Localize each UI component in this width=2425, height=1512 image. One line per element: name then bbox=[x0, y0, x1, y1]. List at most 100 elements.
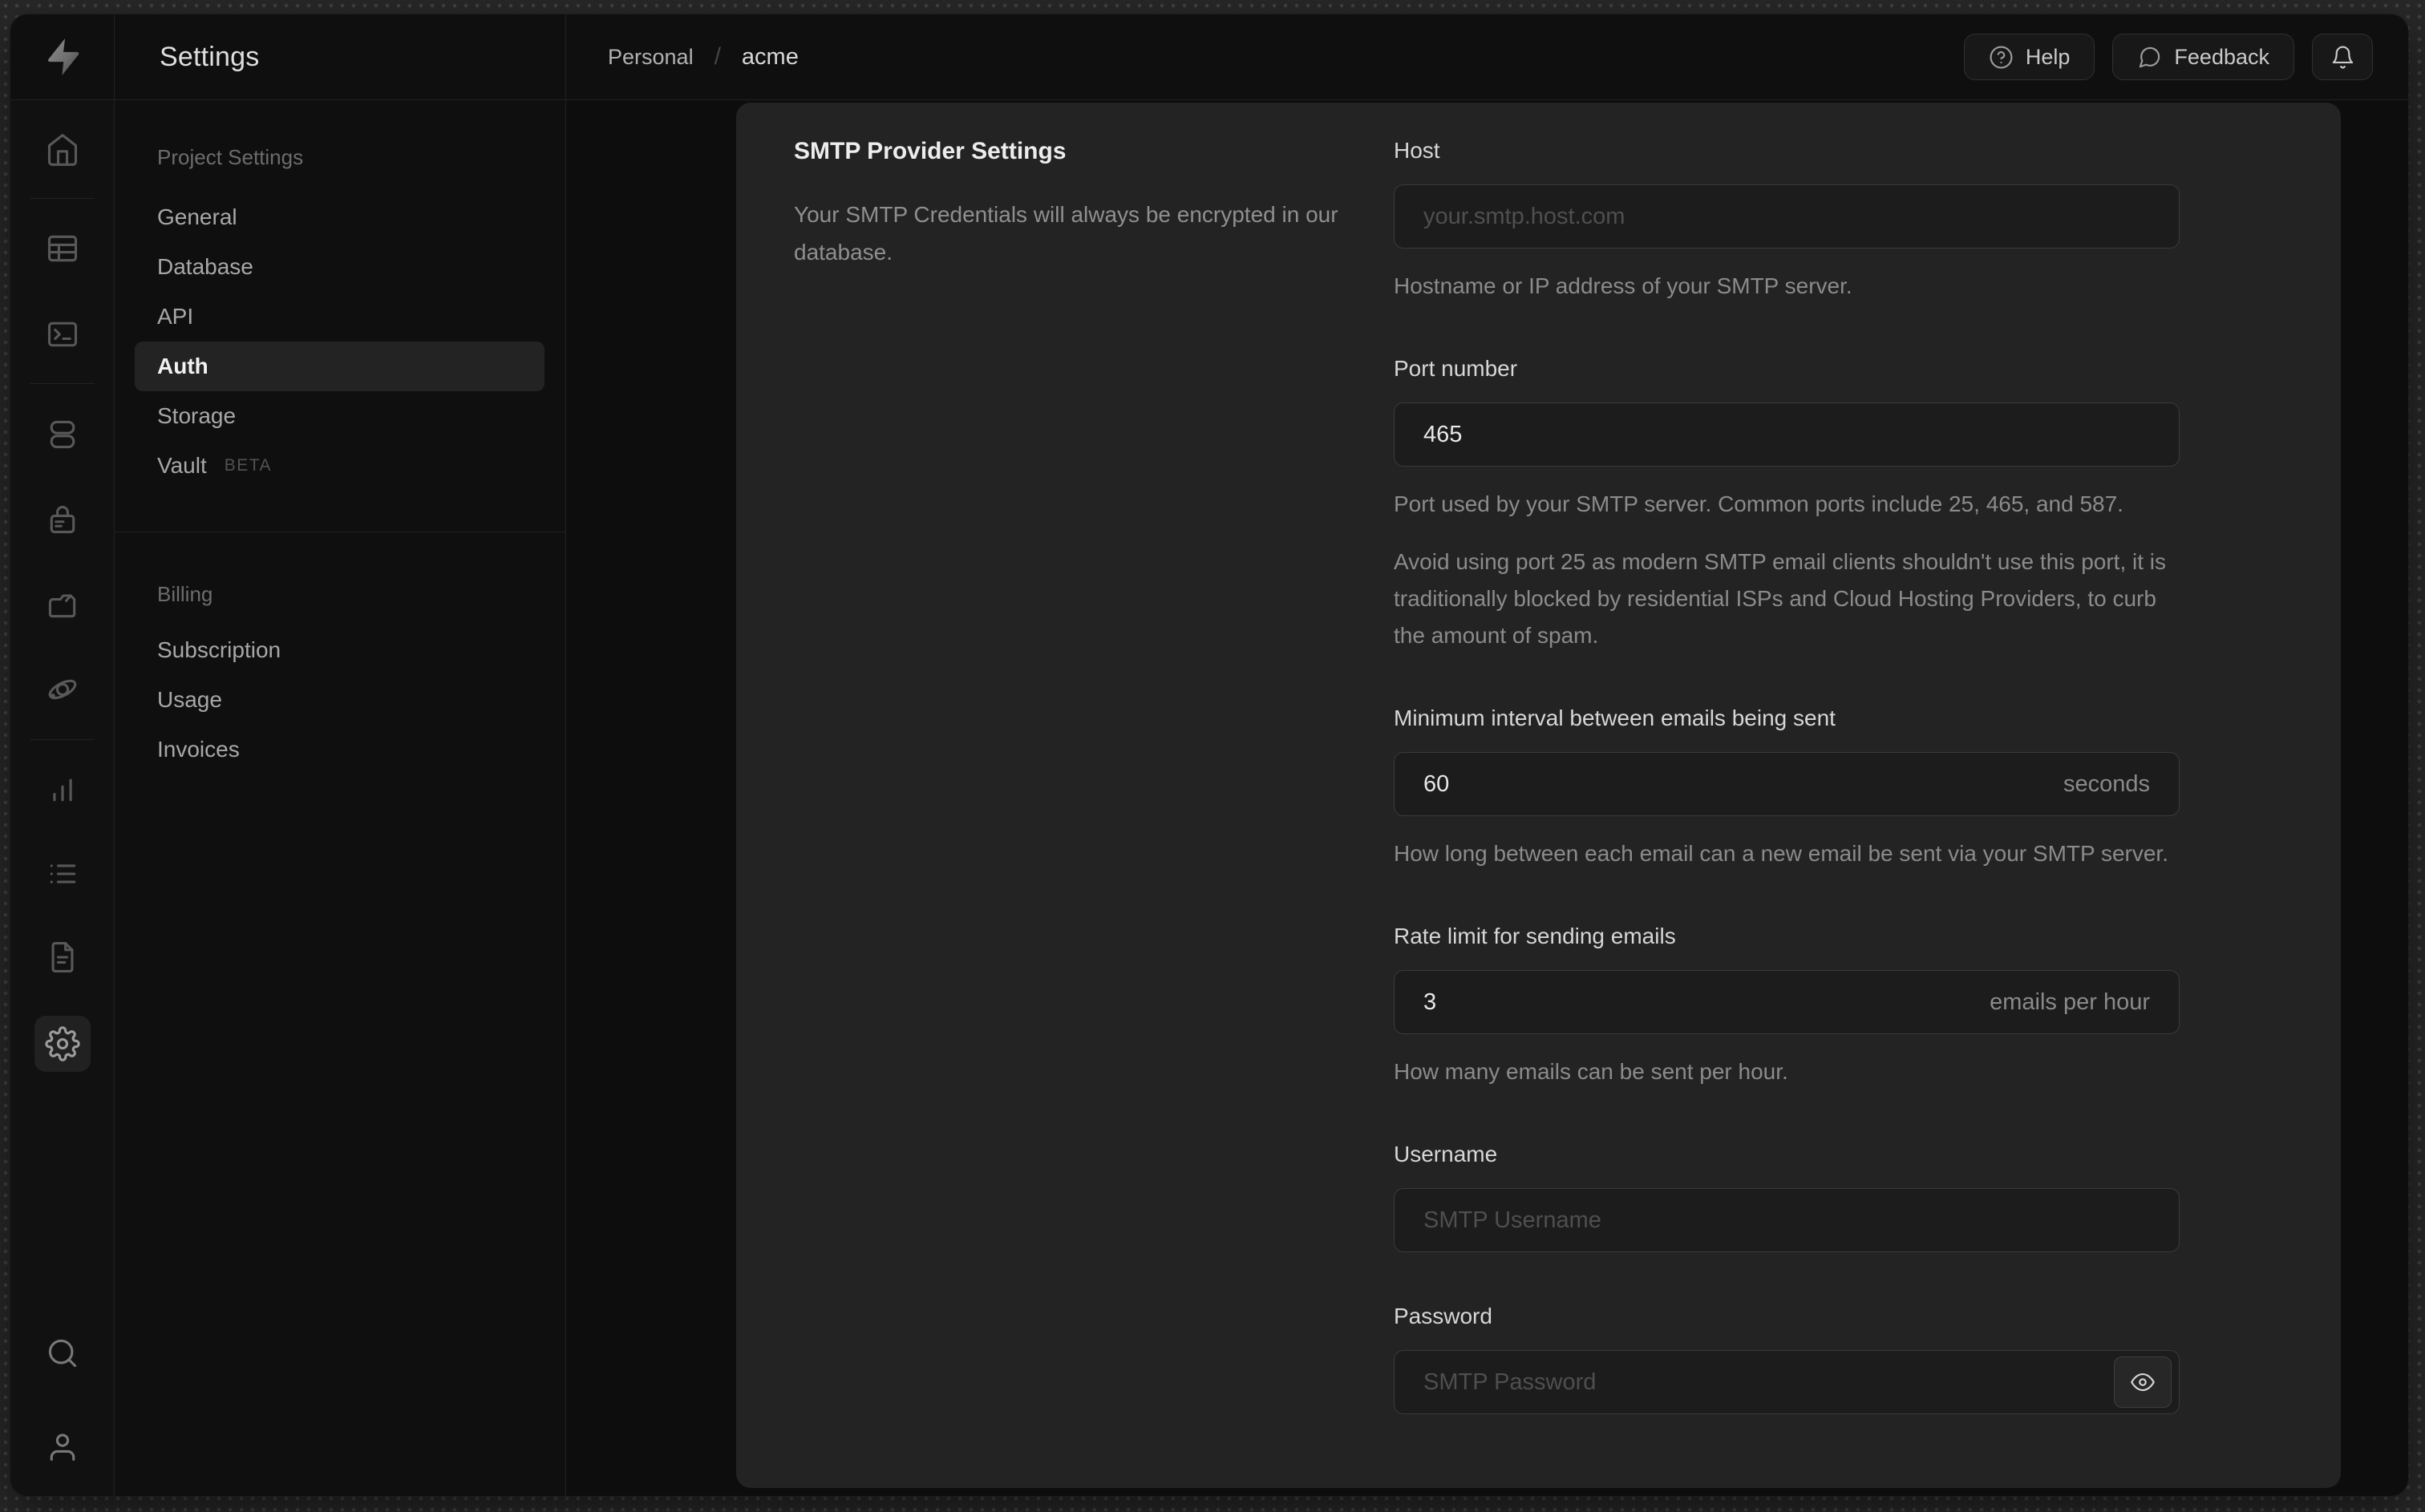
sidebar-item-usage[interactable]: Usage bbox=[135, 675, 545, 725]
rail-database-button[interactable] bbox=[34, 406, 91, 463]
sidebar-item-label: Subscription bbox=[157, 637, 281, 662]
host-field: Host Hostname or IP address of your SMTP… bbox=[1394, 138, 2180, 305]
password-input-wrap bbox=[1394, 1350, 2180, 1414]
port-label: Port number bbox=[1394, 356, 1518, 381]
header-actions: Help Feedback bbox=[1963, 34, 2373, 80]
logs-list-icon bbox=[50, 864, 75, 883]
help-circle-icon bbox=[1990, 45, 2013, 69]
rate-limit-help-text: How many emails can be sent per hour. bbox=[1394, 1059, 1788, 1084]
settings-gear-icon bbox=[44, 1026, 80, 1061]
port-warning-text: Avoid using port 25 as modern SMTP email… bbox=[1394, 549, 2167, 648]
rail-reports-button[interactable] bbox=[34, 762, 91, 818]
notifications-button[interactable] bbox=[2312, 34, 2373, 80]
rail-api-docs-button[interactable] bbox=[34, 929, 91, 985]
smtp-settings-panel: SMTP Provider Settings Your SMTP Credent… bbox=[736, 103, 2341, 1488]
rate-limit-input-wrap: emails per hour bbox=[1394, 970, 2180, 1034]
feedback-bubble-icon bbox=[2140, 46, 2160, 67]
sidebar-item-invoices[interactable]: Invoices bbox=[135, 725, 545, 774]
sidebar-item-general[interactable]: General bbox=[135, 192, 545, 242]
port-input-wrap bbox=[1394, 402, 2180, 467]
rail-search-button[interactable] bbox=[34, 1325, 91, 1381]
smtp-section-title: SMTP Provider Settings bbox=[794, 138, 1067, 164]
sidebar-item-subscription[interactable]: Subscription bbox=[135, 625, 545, 675]
home-icon bbox=[47, 134, 77, 166]
authentication-lock-icon bbox=[50, 505, 75, 534]
feedback-button[interactable]: Feedback bbox=[2112, 34, 2294, 80]
sidebar-item-vault[interactable]: Vault BETA bbox=[135, 441, 545, 491]
interval-unit: seconds bbox=[2063, 770, 2150, 797]
interval-label: Minimum interval between emails being se… bbox=[1394, 705, 1836, 730]
sidebar-item-label: Storage bbox=[157, 403, 237, 428]
password-label: Password bbox=[1394, 1304, 1492, 1328]
rail-table-editor-button[interactable] bbox=[34, 220, 91, 277]
eye-icon bbox=[2131, 1373, 2155, 1392]
header-main: Personal / acme Help Feedback bbox=[566, 14, 2408, 99]
sidebar-item-label: API bbox=[157, 304, 194, 329]
breadcrumb-org[interactable]: Personal bbox=[608, 45, 694, 70]
reports-bar-chart-icon bbox=[52, 778, 72, 802]
rail-authentication-button[interactable] bbox=[34, 491, 91, 548]
project-settings-nav-list: General Database API Auth Storage Vault … bbox=[115, 192, 565, 491]
rail-storage-button[interactable] bbox=[34, 576, 91, 633]
sidebar-item-auth[interactable]: Auth bbox=[135, 342, 545, 391]
brand-logo[interactable] bbox=[10, 14, 115, 99]
port-help-text: Port used by your SMTP server. Common po… bbox=[1394, 491, 2123, 516]
rail-logs-button[interactable] bbox=[34, 846, 91, 902]
password-field: Password bbox=[1394, 1304, 2180, 1414]
app-body: Project Settings General Database API Au… bbox=[10, 100, 2408, 1496]
sidebar-item-label: Vault bbox=[157, 453, 207, 478]
feedback-button-label: Feedback bbox=[2174, 44, 2269, 69]
username-field: Username bbox=[1394, 1142, 2180, 1252]
sidebar-item-label: Auth bbox=[157, 354, 208, 378]
interval-input-wrap: seconds bbox=[1394, 752, 2180, 816]
rail-divider bbox=[30, 198, 95, 199]
password-visibility-toggle[interactable] bbox=[2114, 1356, 2172, 1408]
sidebar-item-database[interactable]: Database bbox=[135, 242, 545, 292]
host-help-text: Hostname or IP address of your SMTP serv… bbox=[1394, 273, 1852, 298]
username-input[interactable] bbox=[1395, 1189, 2179, 1251]
settings-sidebar: Project Settings General Database API Au… bbox=[115, 100, 566, 1496]
sidebar-item-label: General bbox=[157, 204, 237, 229]
settings-title-area: Settings bbox=[115, 14, 566, 99]
supabase-bolt-icon bbox=[47, 38, 79, 75]
port-input[interactable] bbox=[1395, 403, 2179, 466]
rate-limit-input[interactable] bbox=[1395, 971, 1990, 1033]
help-button[interactable]: Help bbox=[1963, 34, 2095, 80]
rail-edge-functions-button[interactable] bbox=[34, 661, 91, 718]
help-button-label: Help bbox=[2025, 44, 2071, 69]
page-title: Settings bbox=[160, 41, 260, 72]
desktop-background: Settings Personal / acme Help Feedback P… bbox=[0, 0, 2425, 1512]
sidebar-section-title: Billing bbox=[157, 582, 213, 606]
rail-sql-editor-button[interactable] bbox=[34, 306, 91, 362]
smtp-form: Host Hostname or IP address of your SMTP… bbox=[1394, 138, 2180, 1488]
sidebar-item-storage[interactable]: Storage bbox=[135, 391, 545, 441]
port-field: Port number Port used by your SMTP serve… bbox=[1394, 356, 2180, 654]
bell-icon bbox=[2332, 46, 2353, 68]
table-editor-icon bbox=[47, 235, 77, 262]
main-content: SMTP Provider Settings Your SMTP Credent… bbox=[566, 100, 2408, 1496]
sql-editor-terminal-icon bbox=[47, 321, 77, 347]
beta-badge: BETA bbox=[224, 456, 273, 475]
rate-limit-label: Rate limit for sending emails bbox=[1394, 924, 1676, 948]
rail-project-settings-button[interactable] bbox=[34, 1016, 91, 1072]
username-input-wrap bbox=[1394, 1188, 2180, 1252]
rate-limit-field: Rate limit for sending emails emails per… bbox=[1394, 924, 2180, 1090]
user-icon bbox=[50, 1433, 75, 1461]
rail-divider bbox=[30, 739, 95, 740]
sidebar-section-title: Project Settings bbox=[157, 145, 304, 169]
api-docs-file-icon bbox=[51, 942, 73, 972]
host-input[interactable] bbox=[1395, 185, 2179, 248]
sidebar-item-label: Database bbox=[157, 254, 253, 279]
breadcrumb-separator: / bbox=[714, 43, 721, 70]
rail-user-button[interactable] bbox=[34, 1418, 91, 1474]
interval-input[interactable] bbox=[1395, 753, 2063, 815]
app-window: Settings Personal / acme Help Feedback P… bbox=[10, 14, 2408, 1496]
rail-home-button[interactable] bbox=[34, 122, 91, 178]
password-input[interactable] bbox=[1395, 1351, 2114, 1413]
breadcrumb-project[interactable]: acme bbox=[742, 44, 799, 71]
sidebar-item-label: Usage bbox=[157, 687, 222, 712]
sidebar-item-api[interactable]: API bbox=[135, 292, 545, 342]
interval-help-text: How long between each email can a new em… bbox=[1394, 841, 2168, 866]
smtp-section-description: Your SMTP Credentials will always be enc… bbox=[794, 202, 1338, 265]
sidebar-item-label: Invoices bbox=[157, 737, 240, 762]
